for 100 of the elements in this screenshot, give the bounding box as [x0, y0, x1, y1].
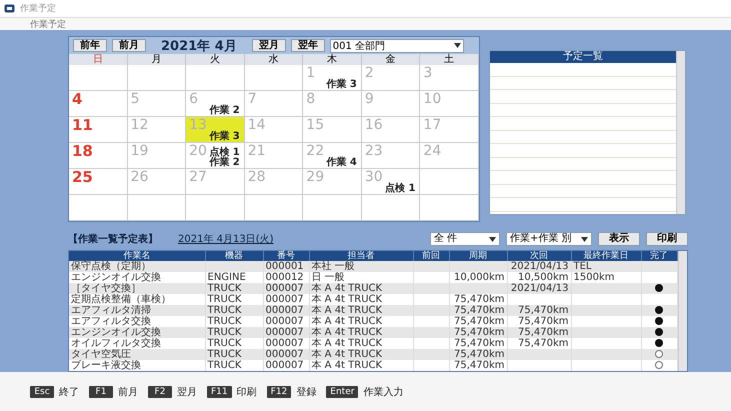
scrollbar[interactable]: [676, 51, 685, 214]
event-count: 作業 4: [326, 158, 357, 168]
weekday-header: 月: [128, 54, 186, 65]
day-number: 20: [189, 144, 207, 158]
key-label[interactable]: F1: [89, 386, 113, 398]
key-action: 作業入力: [363, 386, 404, 398]
nav-button[interactable]: 翌年: [290, 39, 325, 52]
sort-select[interactable]: 作業+作業 別: [506, 232, 592, 246]
table-cell: 75,470km: [507, 305, 571, 316]
day-number: 13: [189, 118, 207, 132]
day-cell[interactable]: 18: [69, 143, 128, 169]
table-cell: 本 A 4t TRUCK: [309, 349, 413, 360]
table-cell: TEL: [571, 261, 641, 272]
caret-icon: [489, 236, 496, 242]
key-action: 登録: [296, 386, 316, 398]
day-number: 24: [423, 144, 442, 158]
day-number: 5: [130, 92, 140, 106]
key-label[interactable]: F2: [148, 386, 172, 398]
column-header[interactable]: 前回: [413, 251, 449, 261]
table-cell: 2021/04/13: [507, 261, 571, 272]
column-header[interactable]: 機器: [205, 251, 263, 261]
weekday-header: 火: [186, 54, 245, 65]
select-value: 作業+作業 別: [510, 233, 572, 245]
day-cell[interactable]: 30 点検 1: [362, 169, 420, 195]
month-label: 2021年 4月: [161, 38, 237, 54]
caret-icon: [581, 236, 588, 242]
empty-day-cell: [303, 195, 362, 221]
event-count: 点検 1: [209, 148, 240, 158]
filter-select[interactable]: 全 件: [430, 232, 500, 246]
empty-day-cell: [186, 65, 245, 91]
day-number: 16: [364, 118, 383, 132]
action-button[interactable]: 印刷: [646, 232, 688, 246]
key-label[interactable]: Enter: [326, 386, 358, 398]
key-label[interactable]: F12: [266, 386, 292, 398]
weekday-header: 日: [69, 54, 128, 65]
weekday-header: 土: [420, 54, 479, 65]
department-select[interactable]: 001 全部門: [330, 38, 464, 52]
empty-day-cell: [128, 65, 186, 91]
day-number: 12: [130, 118, 148, 132]
day-cell[interactable]: 13 作業 3: [186, 117, 245, 143]
table-cell: 75,470km: [449, 327, 507, 338]
day-cell[interactable]: 22 作業 4: [303, 143, 362, 169]
column-header[interactable]: 担当者: [309, 251, 413, 261]
day-cell[interactable]: 20 点検 1 作業 2: [186, 143, 245, 169]
day-number: 19: [130, 144, 148, 158]
weekday-header: 水: [244, 54, 304, 65]
day-number: 10: [423, 92, 442, 106]
day-number: 1: [306, 66, 316, 80]
day-number: 23: [364, 144, 383, 158]
key-label[interactable]: Esc: [30, 386, 54, 398]
table-cell: 75,470km: [449, 360, 507, 371]
empty-day-cell: [186, 195, 245, 221]
menu-item[interactable]: 作業予定: [30, 18, 66, 30]
weekday-header: 金: [362, 54, 420, 65]
key-action: 印刷: [236, 386, 257, 398]
table-cell: TRUCK: [205, 360, 263, 371]
day-number: 11: [72, 118, 93, 132]
key-action: 前月: [118, 386, 138, 398]
event-count: 作業 3: [209, 132, 240, 142]
nav-button[interactable]: 前月: [112, 39, 146, 52]
day-cell[interactable]: 4: [69, 91, 128, 117]
day-number: 21: [248, 144, 266, 158]
empty-day-cell: [128, 195, 186, 221]
day-number: 7: [248, 92, 257, 106]
empty-day-cell: [362, 195, 420, 221]
empty-day-cell: [69, 65, 128, 91]
table-cell: TRUCK: [205, 349, 263, 360]
day-number: 17: [423, 118, 442, 132]
empty-day-cell: [69, 195, 128, 221]
table-cell: 000007: [263, 305, 309, 316]
table-cell: 000007: [263, 327, 309, 338]
empty-day-cell: [420, 195, 479, 221]
table-cell: TRUCK: [205, 327, 263, 338]
selected-date: 2021年 4月13日(火): [178, 232, 274, 246]
day-cell[interactable]: 25: [69, 169, 128, 195]
table-cell: 000007: [263, 349, 309, 360]
nav-button[interactable]: 前年: [73, 39, 107, 52]
day-number: 18: [72, 144, 93, 158]
day-number: 22: [306, 144, 324, 158]
column-header[interactable]: 完了: [641, 251, 677, 261]
table-cell: 000001: [263, 261, 309, 272]
column-header[interactable]: 番号: [263, 251, 309, 261]
table-cell: 000007: [263, 283, 309, 294]
column-header[interactable]: 周期: [449, 251, 507, 261]
key-label[interactable]: F11: [207, 386, 232, 398]
panel-header: 予定一覧: [490, 51, 676, 63]
empty-day-cell: [244, 65, 304, 91]
day-cell[interactable]: 11: [69, 117, 128, 143]
day-cell[interactable]: 1 作業 3: [303, 65, 362, 91]
column-header[interactable]: 次回: [507, 251, 571, 261]
column-header[interactable]: 作業名: [69, 251, 205, 261]
nav-button[interactable]: 翌月: [252, 39, 286, 52]
table-cell: 本 A 4t TRUCK: [309, 360, 413, 371]
table-cell: 本 A 4t TRUCK: [309, 327, 413, 338]
action-button[interactable]: 表示: [598, 232, 640, 246]
column-header[interactable]: 最終作業日: [571, 251, 641, 261]
event-count: 作業 3: [326, 80, 357, 90]
weekday-header: 木: [303, 54, 362, 65]
table-cell: TRUCK: [205, 283, 263, 294]
day-number: 15: [306, 118, 324, 132]
